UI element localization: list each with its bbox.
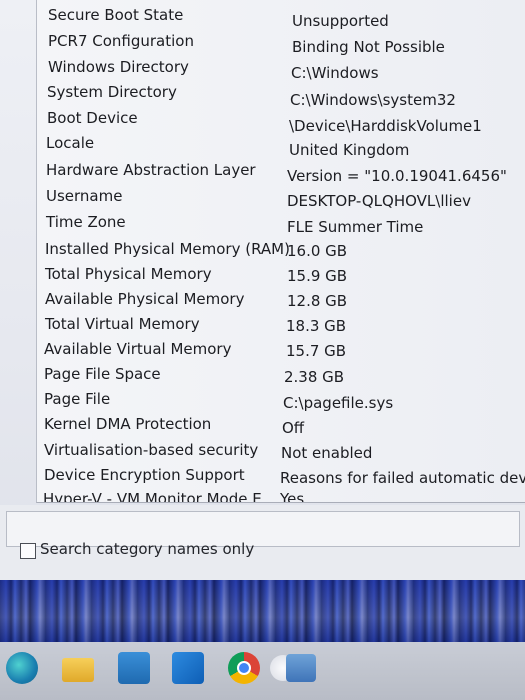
table-row[interactable]: Virtualisation-based security Not enable…: [37, 439, 525, 464]
search-category-names-checkbox[interactable]: [20, 543, 36, 559]
row-item: Hyper-V - VM Monitor Mode E...: [43, 490, 277, 503]
table-row[interactable]: Boot Device \Device\HarddiskVolume1: [37, 107, 525, 135]
table-row[interactable]: Kernel DMA Protection Off: [37, 413, 525, 438]
row-value: 15.7 GB: [286, 342, 347, 360]
row-item: Kernel DMA Protection: [44, 415, 212, 433]
system-summary-table: Secure Boot State Unsupported PCR7 Confi…: [36, 0, 525, 503]
table-row[interactable]: Available Virtual Memory 15.7 GB: [37, 338, 525, 363]
table-row[interactable]: Total Physical Memory 15.9 GB: [37, 263, 525, 288]
row-value: Version = "10.0.19041.6456": [287, 167, 507, 185]
row-value: DESKTOP-QLQHOVL\lliev: [287, 192, 471, 210]
row-value: Yes: [280, 490, 305, 503]
row-item: Locale: [46, 134, 95, 152]
row-value: 16.0 GB: [287, 242, 348, 260]
row-item: Boot Device: [47, 109, 138, 127]
row-item: Secure Boot State: [48, 6, 184, 24]
table-row[interactable]: Available Physical Memory 12.8 GB: [37, 288, 525, 313]
row-value: 2.38 GB: [284, 368, 345, 386]
row-item: Available Virtual Memory: [44, 340, 232, 358]
table-row[interactable]: Username DESKTOP-QLQHOVL\lliev: [37, 185, 525, 210]
row-item: PCR7 Configuration: [48, 32, 194, 50]
system-information-window: Secure Boot State Unsupported PCR7 Confi…: [0, 0, 525, 580]
row-value: 18.3 GB: [286, 317, 347, 335]
row-value: Off: [282, 419, 305, 437]
search-category-names-label: Search category names only: [40, 540, 255, 558]
row-item: Hardware Abstraction Layer: [46, 161, 256, 179]
row-item: Page File: [44, 390, 111, 408]
row-item: Virtualisation-based security: [44, 441, 259, 459]
row-item: Total Physical Memory: [45, 265, 212, 283]
row-item: System Directory: [47, 83, 177, 101]
table-row[interactable]: Hardware Abstraction Layer Version = "10…: [37, 159, 525, 185]
table-row[interactable]: Total Virtual Memory 18.3 GB: [37, 313, 525, 338]
row-value: FLE Summer Time: [287, 218, 424, 236]
table-row[interactable]: Time Zone FLE Summer Time: [37, 211, 525, 236]
table-row[interactable]: PCR7 Configuration Binding Not Possible: [37, 30, 525, 56]
row-value: Binding Not Possible: [292, 38, 445, 56]
table-row[interactable]: Secure Boot State Unsupported: [37, 4, 525, 30]
row-item: Page File Space: [44, 365, 161, 383]
photos-icon[interactable]: [286, 654, 316, 682]
store-icon[interactable]: [118, 652, 150, 684]
row-item: Windows Directory: [48, 58, 189, 76]
row-item: Time Zone: [46, 213, 126, 231]
table-row[interactable]: Locale United Kingdom: [37, 132, 525, 159]
row-value: United Kingdom: [289, 141, 410, 159]
row-value: Unsupported: [292, 12, 389, 30]
row-value: Not enabled: [281, 444, 373, 462]
row-item: Total Virtual Memory: [45, 315, 200, 333]
table-row[interactable]: System Directory C:\Windows\system32: [37, 81, 525, 109]
table-row[interactable]: Page File Space 2.38 GB: [37, 363, 525, 388]
taskbar: [0, 642, 525, 700]
row-value: 12.8 GB: [287, 292, 348, 310]
outlook-icon[interactable]: [172, 652, 204, 684]
row-item: Device Encryption Support: [44, 466, 245, 484]
row-value: C:\pagefile.sys: [283, 394, 394, 412]
table-row[interactable]: Hyper-V - VM Monitor Mode E... Yes: [37, 486, 525, 503]
row-item: Installed Physical Memory (RAM): [45, 240, 290, 258]
desktop-wallpaper: [0, 580, 525, 642]
table-row[interactable]: Windows Directory C:\Windows: [37, 56, 525, 82]
row-value: Reasons for failed automatic device: [280, 469, 525, 487]
table-row[interactable]: Installed Physical Memory (RAM) 16.0 GB: [37, 238, 525, 263]
row-item: Available Physical Memory: [45, 290, 245, 308]
row-item: Username: [46, 187, 123, 205]
row-value: 15.9 GB: [287, 267, 348, 285]
edge-icon[interactable]: [6, 652, 38, 684]
file-explorer-icon[interactable]: [62, 658, 94, 682]
row-value: C:\Windows: [291, 64, 379, 82]
table-row[interactable]: Page File C:\pagefile.sys: [37, 388, 525, 413]
chrome-icon[interactable]: [228, 652, 260, 684]
